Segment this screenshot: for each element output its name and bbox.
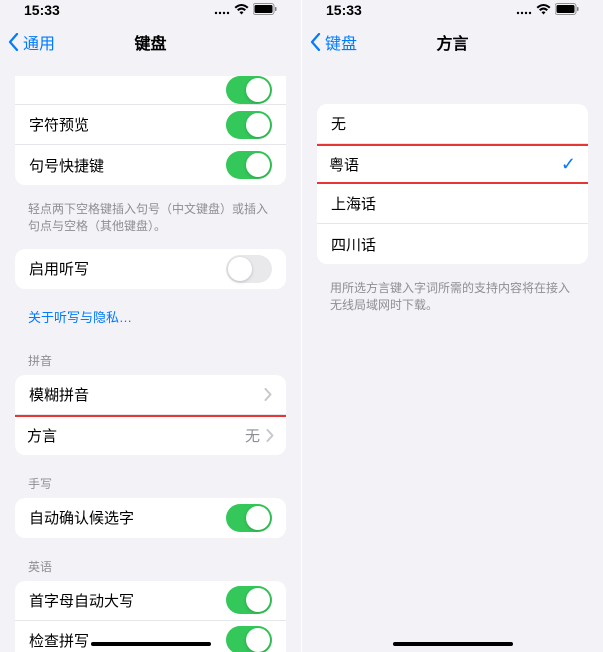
chevron-right-icon [266,429,274,442]
status-bar: 15:33 [302,0,603,20]
section-dialect-options: 无 粤语 ✓ 上海话 四川话 [317,104,588,264]
back-label: 通用 [23,30,55,54]
row-spell-check: 检查拼写 [15,621,286,652]
row-value: 无 [245,425,260,446]
nav-bar: 通用 键盘 [0,20,301,64]
chevron-left-icon [8,33,19,51]
row-label: 启用听写 [29,258,226,279]
nav-bar: 键盘 方言 [302,20,603,64]
row-label: 句号快捷键 [29,155,226,176]
toggle-char-preview[interactable] [226,111,272,139]
back-button[interactable]: 键盘 [302,30,357,54]
option-none[interactable]: 无 [317,104,588,144]
row-dialect[interactable]: 方言 无 [15,415,286,455]
row-dictation: 启用听写 [15,249,286,289]
page-title: 键盘 [134,30,166,54]
header-handwriting: 手写 [0,467,301,498]
dictation-privacy-link[interactable]: 关于听写与隐私… [0,301,301,344]
row-fuzzy-pinyin[interactable]: 模糊拼音 [15,375,286,415]
toggle-period-shortcut[interactable] [226,151,272,179]
section-pinyin: 模糊拼音 方言 无 [15,375,286,455]
header-pinyin: 拼音 [0,344,301,375]
back-button[interactable]: 通用 [0,30,55,54]
cellular-icon [516,2,532,18]
toggle-spell-check[interactable] [226,626,272,652]
screen-dialect: 15:33 键盘 方言 无 粤语 ✓ 上海话 [302,0,603,652]
battery-icon [253,2,277,18]
header-english: 英语 [0,550,301,581]
toggle-auto-caps[interactable] [226,586,272,614]
row-label: 模糊拼音 [29,384,264,405]
cellular-icon [214,2,230,18]
wifi-icon [536,2,551,18]
option-label: 上海话 [331,193,574,214]
section-handwriting: 自动确认候选字 [15,498,286,538]
checkmark-icon: ✓ [561,154,576,175]
row-toggle-partial [15,76,286,105]
row-label: 首字母自动大写 [29,590,226,611]
toggle-dictation[interactable] [226,255,272,283]
row-label: 字符预览 [29,114,226,135]
row-auto-confirm: 自动确认候选字 [15,498,286,538]
wifi-icon [234,2,249,18]
row-label: 检查拼写 [29,630,226,651]
status-time: 15:33 [326,2,362,18]
row-auto-caps: 首字母自动大写 [15,581,286,621]
chevron-left-icon [310,33,321,51]
row-label: 方言 [27,425,245,446]
home-indicator[interactable] [393,642,513,646]
option-label: 四川话 [331,234,574,255]
status-time: 15:33 [24,2,60,18]
battery-icon [555,2,579,18]
footer-period-help: 轻点两下空格键插入句号（中文键盘）或插入句点与空格（其他键盘）。 [0,197,301,249]
row-period-shortcut: 句号快捷键 [15,145,286,185]
status-icons [214,2,277,18]
option-label: 无 [331,113,574,134]
page-title: 方言 [436,30,468,54]
option-sichuan[interactable]: 四川话 [317,224,588,264]
option-label: 粤语 [329,154,561,175]
status-bar: 15:33 [0,0,301,20]
screen-keyboard: 15:33 通用 键盘 字符预览 句号快捷键 [0,0,301,652]
section-toggles: 字符预览 句号快捷键 [15,76,286,185]
status-icons [516,2,579,18]
chevron-right-icon [264,388,272,401]
section-dictation: 启用听写 [15,249,286,289]
toggle-auto-confirm[interactable] [226,504,272,532]
home-indicator[interactable] [91,642,211,646]
back-label: 键盘 [325,30,357,54]
row-label: 自动确认候选字 [29,507,226,528]
option-cantonese[interactable]: 粤语 ✓ [317,144,588,184]
toggle-switch[interactable] [226,76,272,104]
row-char-preview: 字符预览 [15,105,286,145]
footer-dialect-help: 用所选方言键入字词所需的支持内容将在接入无线局域网时下载。 [302,276,603,328]
option-shanghai[interactable]: 上海话 [317,184,588,224]
